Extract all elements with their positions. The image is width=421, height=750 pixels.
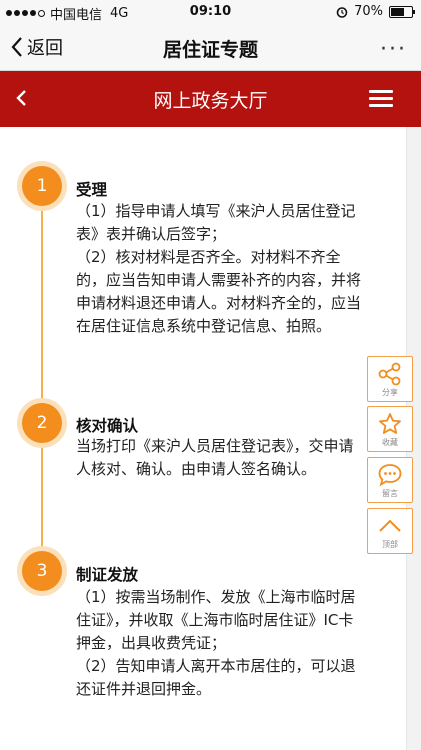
hamburger-icon [369,90,393,93]
star-icon [379,413,401,434]
step-number-badge: 2 [22,403,62,443]
step-title: 制证发放 [76,566,139,584]
step-line: （2）告知申请人离开本市居住的，可以退还证件并退回押金。 [76,657,356,698]
share-button[interactable]: 分享 [367,356,413,402]
step-title: 核对确认 [76,417,139,435]
status-bar: 中国电信 4G 09:10 70% [0,0,421,24]
step-description: （1）按需当场制作、发放《上海市临时居住证》，并收取《上海市临时居住证》IC卡押… [76,586,364,701]
site-header: 网上政务大厅 [0,71,421,127]
chevron-up-icon [379,519,401,532]
chat-bubble-icon [378,464,402,487]
navigation-bar: 返回 居住证专题 ··· [0,24,421,71]
share-icon [378,362,401,386]
page-title: 居住证专题 [162,39,258,61]
battery-percent: 70% [354,4,383,19]
step-description: 当场打印《来沪人员居住登记表》，交申请人核对、确认。由申请人签名确认。 [76,435,364,481]
share-label: 分享 [382,388,398,397]
step-line: （1）指导申请人填写《来沪人员居住登记表》表并确认后签字； [76,202,356,243]
more-options-button[interactable]: ··· [380,37,407,62]
menu-button[interactable] [369,90,393,108]
back-to-top-button[interactable]: 顶部 [367,508,413,554]
timeline-line [41,190,43,583]
step-line: （1）按需当场制作、发放《上海市临时居住证》，并收取《上海市临时居住证》IC卡押… [76,588,356,652]
back-to-top-label: 顶部 [382,540,398,549]
step-line: 当场打印《来沪人员居住登记表》，交申请人核对、确认。由申请人签名确认。 [76,437,354,478]
battery-icon [389,5,415,18]
step-number-badge: 1 [22,166,62,206]
step-description: （1）指导申请人填写《来沪人员居住登记表》表并确认后签字； （2）核对材料是否齐… [76,200,364,338]
favorite-button[interactable]: 收藏 [367,406,413,452]
step-line: （2）核对材料是否齐全。对材料不齐全的，应当告知申请人需要补齐的内容，并将申请材… [76,248,362,335]
alarm-icon [336,6,348,18]
message-label: 留言 [382,489,398,498]
header-title: 网上政务大厅 [153,90,268,112]
step-number-badge: 3 [22,551,62,591]
favorite-label: 收藏 [382,438,398,447]
step-title: 受理 [76,181,108,199]
message-button[interactable]: 留言 [367,457,413,503]
